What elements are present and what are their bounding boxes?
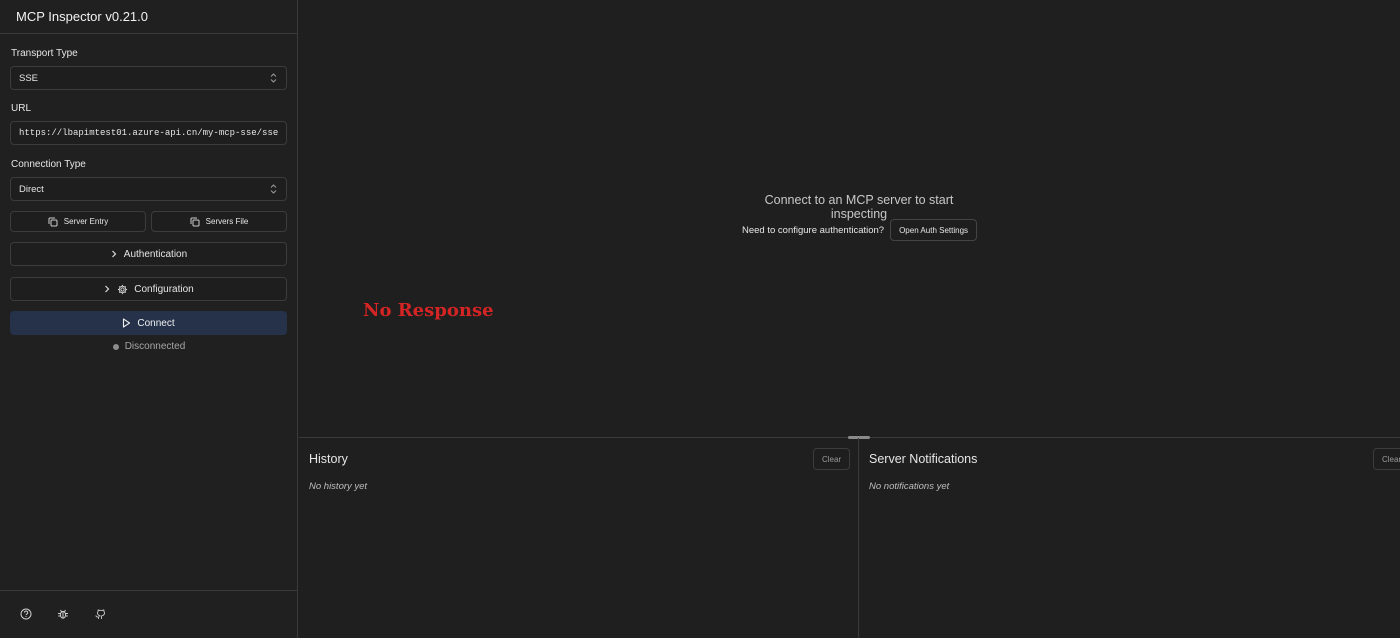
- history-title: History: [309, 452, 348, 466]
- url-input[interactable]: https://lbapimtest01.azure-api.cn/my-mcp…: [10, 121, 287, 145]
- panel-divider: [858, 438, 859, 638]
- resize-handle[interactable]: [848, 436, 870, 439]
- notifications-title: Server Notifications: [869, 452, 978, 466]
- gear-icon: [118, 284, 128, 294]
- chevron-right-icon: [111, 250, 117, 258]
- servers-file-button[interactable]: Servers File: [151, 211, 287, 232]
- servers-file-label: Servers File: [205, 217, 249, 226]
- server-entry-button[interactable]: Server Entry: [10, 211, 146, 232]
- history-empty: No history yet: [309, 481, 368, 492]
- history-clear-button[interactable]: Clear: [813, 448, 851, 470]
- status-text: Disconnected: [124, 341, 186, 352]
- connection-status: Disconnected: [0, 341, 298, 352]
- url-value: https://lbapimtest01.azure-api.cn/my-mcp…: [19, 128, 279, 138]
- bug-icon[interactable]: [54, 605, 72, 623]
- no-response-overlay: No Response: [363, 300, 494, 321]
- app-title: MCP Inspector v0.21.0: [16, 9, 148, 24]
- transport-type-select[interactable]: SSE: [10, 66, 287, 90]
- chevron-right-icon: [105, 285, 110, 293]
- sidebar-header: MCP Inspector v0.21.0: [0, 0, 297, 34]
- authentication-label: Authentication: [123, 248, 188, 260]
- connect-label: Connect: [137, 317, 175, 329]
- authentication-toggle[interactable]: Authentication: [10, 242, 287, 266]
- transport-type-value: SSE: [19, 72, 39, 84]
- connect-placeholder: Connect to an MCP server to start inspec…: [764, 193, 954, 221]
- connection-type-label: Connection Type: [11, 159, 86, 170]
- open-auth-settings-button[interactable]: Open Auth Settings: [890, 219, 978, 241]
- auth-question: Need to configure authentication?: [742, 224, 885, 236]
- connect-button[interactable]: Connect: [10, 311, 287, 335]
- notifications-empty: No notifications yet: [869, 481, 950, 492]
- github-icon[interactable]: [91, 605, 109, 623]
- auth-prompt: Need to configure authentication? Open A…: [742, 219, 978, 241]
- connection-type-select[interactable]: Direct: [10, 177, 287, 201]
- copy-icon: [190, 217, 200, 226]
- chevrons-up-down-icon: [270, 73, 277, 83]
- sidebar-footer: [0, 590, 298, 638]
- notifications-clear-button[interactable]: Clear: [1373, 448, 1400, 470]
- url-label: URL: [11, 103, 32, 114]
- server-entry-label: Server Entry: [63, 217, 109, 226]
- sidebar: MCP Inspector v0.21.0 Transport Type SSE…: [0, 0, 298, 638]
- help-icon[interactable]: [17, 605, 35, 623]
- play-icon: [123, 318, 131, 328]
- connection-type-value: Direct: [19, 183, 44, 195]
- configuration-label: Configuration: [134, 283, 194, 295]
- configuration-toggle[interactable]: Configuration: [10, 277, 287, 301]
- transport-type-label: Transport Type: [11, 48, 78, 59]
- main-panel: Connect to an MCP server to start inspec…: [299, 0, 1400, 638]
- status-dot: [112, 343, 119, 350]
- copy-icon: [48, 217, 58, 226]
- chevrons-up-down-icon: [270, 184, 277, 194]
